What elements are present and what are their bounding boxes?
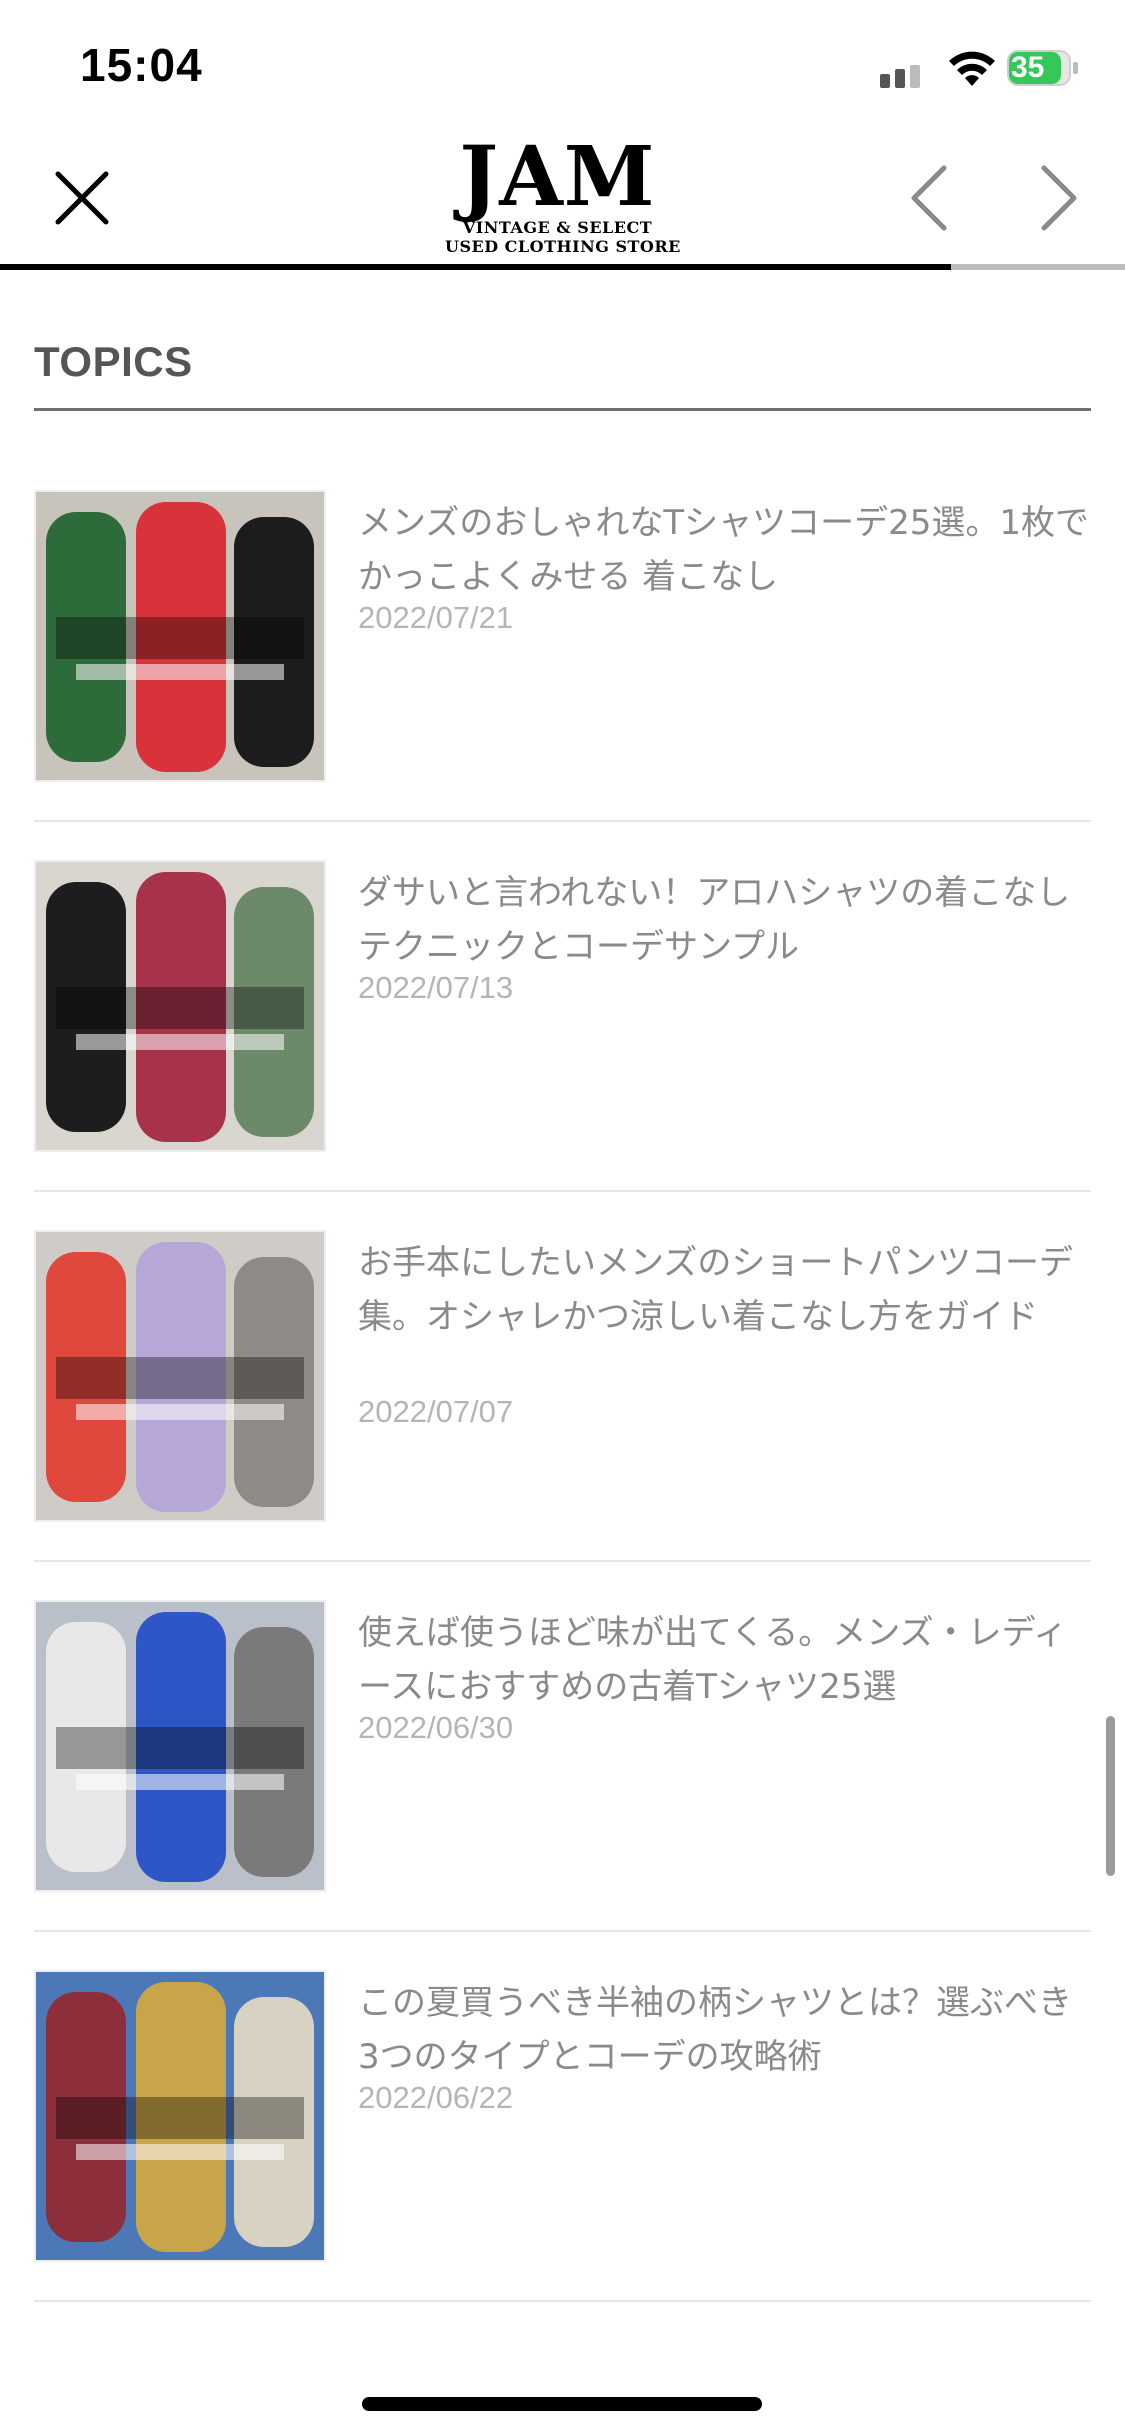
article-item[interactable]: ダサいと言われない！アロハシャツの着こなしテクニックとコーデサンプル 2022/0… <box>34 822 1091 1192</box>
close-button[interactable] <box>50 166 114 230</box>
close-icon <box>55 171 109 225</box>
article-title[interactable]: ダサいと言われない！アロハシャツの着こなしテクニックとコーデサンプル <box>358 866 1091 974</box>
article-date: 2022/06/22 <box>358 2080 514 2115</box>
thumbnail-image <box>36 492 324 780</box>
article-list: メンズのおしゃれなTシャツコーデ25選。1枚でかっこよくみせる 着こなし 2022… <box>34 452 1091 2302</box>
chevron-left-icon <box>911 165 947 231</box>
screen: 15:04 35 JAM VINTAGE & SELECT USED CLOTH… <box>0 0 1125 2436</box>
article-date: 2022/07/21 <box>358 600 514 635</box>
article-item[interactable]: メンズのおしゃれなTシャツコーデ25選。1枚でかっこよくみせる 着こなし 2022… <box>34 452 1091 822</box>
wifi-icon <box>949 51 995 86</box>
article-title[interactable]: 使えば使うほど味が出てくる。メンズ・レディースにおすすめの古着Tシャツ25選 <box>358 1606 1091 1714</box>
thumbnail-image <box>36 862 324 1150</box>
section-title: TOPICS <box>34 338 193 385</box>
article-item[interactable]: 使えば使うほど味が出てくる。メンズ・レディースにおすすめの古着Tシャツ25選 20… <box>34 1562 1091 1932</box>
thumbnail-image <box>36 1602 324 1890</box>
page-load-progress-fill <box>0 264 951 270</box>
battery-percentage: 35 <box>1011 51 1045 84</box>
article-item[interactable]: お手本にしたいメンズのショートパンツコーデ集。オシャレかつ涼しい着こなし方をガイ… <box>34 1192 1091 1562</box>
forward-button[interactable] <box>1028 160 1088 236</box>
thumbnail-image <box>36 1972 324 2260</box>
article-item[interactable]: この夏買うべき半袖の柄シャツとは？選ぶべき3つのタイプとコーデの攻略術 2022/… <box>34 1932 1091 2302</box>
nav-header: JAM VINTAGE & SELECT USED CLOTHING STORE <box>0 130 1125 266</box>
scroll-indicator[interactable] <box>1106 1716 1115 1876</box>
section-divider <box>34 408 1091 411</box>
article-thumbnail[interactable] <box>34 1970 326 2262</box>
status-time: 15:04 <box>80 39 203 91</box>
home-indicator[interactable] <box>362 2397 762 2411</box>
article-title[interactable]: この夏買うべき半袖の柄シャツとは？選ぶべき3つのタイプとコーデの攻略術 <box>358 1976 1091 2084</box>
logo-tagline: VINTAGE & SELECT <box>462 218 653 237</box>
article-date: 2022/07/13 <box>358 970 514 1005</box>
article-thumbnail[interactable] <box>34 860 326 1152</box>
cellular-signal-icon <box>880 65 920 88</box>
thumbnail-image <box>36 1232 324 1520</box>
article-thumbnail[interactable] <box>34 1230 326 1522</box>
status-bar: 15:04 35 <box>0 0 1125 130</box>
article-thumbnail[interactable] <box>34 490 326 782</box>
article-date: 2022/06/30 <box>358 1710 514 1745</box>
back-button[interactable] <box>900 160 960 236</box>
logo-subtitle: USED CLOTHING STORE <box>445 237 681 256</box>
article-title[interactable]: お手本にしたいメンズのショートパンツコーデ集。オシャレかつ涼しい着こなし方をガイ… <box>358 1236 1091 1344</box>
page-load-progress <box>0 264 1125 270</box>
article-date: 2022/07/07 <box>358 1394 514 1429</box>
store-logo[interactable]: JAM VINTAGE & SELECT USED CLOTHING STORE <box>445 129 681 260</box>
article-title[interactable]: メンズのおしゃれなTシャツコーデ25選。1枚でかっこよくみせる 着こなし <box>358 496 1091 604</box>
article-thumbnail[interactable] <box>34 1600 326 1892</box>
chevron-right-icon <box>1041 165 1077 231</box>
logo-main: JAM <box>459 129 656 225</box>
